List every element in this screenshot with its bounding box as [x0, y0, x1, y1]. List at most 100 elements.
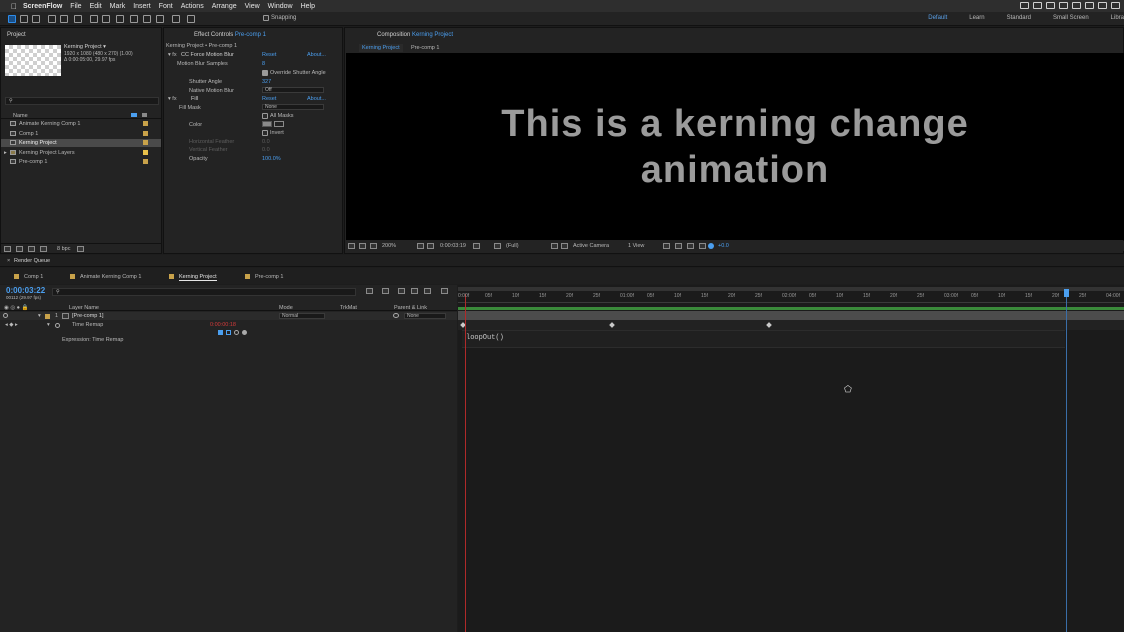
hand-tool-icon[interactable]	[20, 15, 28, 23]
timeline-current-time[interactable]: 0:00:03:22	[6, 286, 45, 295]
menu-edit[interactable]: Edit	[90, 3, 102, 10]
timeline-tab-animate-kerning[interactable]: Animate Kerning Comp 1	[80, 274, 141, 280]
project-item-label-color[interactable]	[143, 140, 148, 145]
puppet-tool-icon[interactable]	[187, 15, 195, 23]
work-area-bar[interactable]	[458, 287, 1124, 291]
workspace-standard[interactable]: Standard	[1007, 15, 1031, 21]
timeline-tab-pre-comp[interactable]: Pre-comp 1	[255, 274, 283, 280]
workspace-learn[interactable]: Learn	[969, 15, 984, 21]
expression-enable-icon[interactable]	[218, 330, 223, 335]
pick-whip-icon[interactable]	[393, 313, 399, 318]
label-column-icon[interactable]	[142, 113, 147, 117]
toggle-pixel-aspect-icon[interactable]	[663, 243, 670, 249]
project-item-title[interactable]: Kerning Project ▾	[64, 44, 106, 50]
workspace-small-screen[interactable]: Small Screen	[1053, 15, 1089, 21]
effect-fill[interactable]: Fill	[191, 96, 198, 102]
timeline-search-input[interactable]: ⚲	[52, 288, 356, 296]
type-tool-icon[interactable]	[116, 15, 124, 23]
layer-label-color[interactable]	[45, 314, 50, 319]
column-mode[interactable]: Mode	[279, 305, 293, 311]
stopwatch-icon[interactable]	[55, 323, 60, 328]
resolution-dropdown[interactable]: (Full)	[506, 243, 519, 249]
column-name[interactable]: Name	[13, 113, 28, 119]
invert-checkbox[interactable]	[262, 130, 268, 136]
expression-language-menu-icon[interactable]	[242, 330, 247, 335]
layer-duration-bar[interactable]	[458, 311, 1124, 320]
project-list-item[interactable]: Pre-comp 1	[1, 158, 161, 166]
playhead-handle[interactable]	[1064, 289, 1069, 297]
reset-button-motion-blur[interactable]: Reset	[262, 52, 276, 58]
region-icon[interactable]	[427, 243, 434, 249]
opacity-value[interactable]: 100.0%	[262, 156, 281, 162]
menu-file[interactable]: File	[70, 3, 81, 10]
composition-tab[interactable]: Composition Kerning Project	[377, 32, 453, 38]
render-queue-tab[interactable]: Render Queue	[14, 258, 50, 264]
project-list-item[interactable]: Kerning Project	[1, 139, 161, 147]
exposure-icon[interactable]	[708, 243, 714, 249]
exposure-value[interactable]: +0.0	[718, 243, 729, 249]
time-remap-value[interactable]: 0:00:00:18	[210, 322, 236, 328]
menu-actions[interactable]: Actions	[181, 3, 204, 10]
color-channel-icon[interactable]	[494, 243, 501, 249]
camera-tool-icon[interactable]	[60, 15, 68, 23]
workspace-default[interactable]: Default	[928, 15, 947, 21]
expression-graph-icon[interactable]	[226, 330, 231, 335]
effect-cc-force-motion-blur[interactable]: CC Force Motion Blur	[181, 52, 234, 58]
clipboard-icon[interactable]	[1046, 2, 1055, 9]
effect-controls-tab[interactable]: Effect Controls Pre-comp 1	[194, 32, 266, 38]
crumb-pre-comp[interactable]: Pre-comp 1	[411, 45, 439, 51]
camera-view-dropdown[interactable]: Active Camera	[573, 243, 609, 249]
column-parent[interactable]: Parent & Link	[394, 305, 427, 311]
crumb-kerning-project[interactable]: Kerning Project	[359, 44, 403, 52]
project-settings-icon[interactable]	[40, 246, 47, 252]
color-swatch[interactable]	[262, 121, 272, 127]
dropbox-icon[interactable]	[1072, 2, 1081, 9]
layer-row[interactable]: ▾ 1 [Pre-comp 1] Normal None	[0, 312, 457, 320]
native-motion-blur-dropdown[interactable]: Off	[262, 87, 324, 93]
project-item-label-color[interactable]	[143, 149, 148, 155]
about-button-fill[interactable]: About...	[307, 96, 326, 102]
snapping-checkbox[interactable]	[263, 15, 269, 21]
eyedropper-icon[interactable]	[274, 121, 284, 127]
timeline-tab-comp-1[interactable]: Comp 1	[24, 274, 43, 280]
project-item-label-color[interactable]	[143, 130, 148, 136]
rectangle-tool-icon[interactable]	[90, 15, 98, 23]
interpret-footage-icon[interactable]	[4, 246, 11, 252]
menu-view[interactable]: View	[245, 3, 260, 10]
cloud-icon[interactable]	[1059, 2, 1068, 9]
menu-mark[interactable]: Mark	[110, 3, 126, 10]
pen-tool-icon[interactable]	[102, 15, 110, 23]
project-search-input[interactable]: ⚲	[5, 97, 159, 105]
expression-pickwhip-icon[interactable]	[234, 330, 239, 335]
project-tab[interactable]: Project	[7, 32, 26, 38]
menu-help[interactable]: Help	[301, 3, 315, 10]
layer-name[interactable]: [Pre-comp 1]	[72, 313, 103, 319]
composition-viewer[interactable]: This is a kerning change animation	[346, 53, 1124, 240]
fast-previews-icon[interactable]	[675, 243, 682, 249]
app-name[interactable]: ScreenFlow	[23, 3, 62, 10]
clone-stamp-tool-icon[interactable]	[143, 15, 151, 23]
region-of-interest-icon[interactable]	[551, 243, 558, 249]
project-list-item[interactable]: Animate Kerning Comp 1	[1, 120, 161, 128]
column-trkmat[interactable]: TrkMat	[340, 305, 357, 311]
menu-window[interactable]: Window	[268, 3, 293, 10]
timeline-icon[interactable]	[687, 243, 694, 249]
mask-visibility-icon[interactable]	[370, 243, 377, 249]
airplay-icon[interactable]	[1111, 2, 1120, 9]
all-masks-checkbox[interactable]	[262, 113, 268, 119]
eraser-tool-icon[interactable]	[156, 15, 164, 23]
menu-arrange[interactable]: Arrange	[212, 3, 237, 10]
snapshot-icon[interactable]	[359, 243, 366, 249]
playhead-line[interactable]	[1066, 297, 1067, 632]
comp-mini-flowchart-icon[interactable]	[366, 288, 373, 294]
timeline-tab-kerning-project[interactable]: Kerning Project	[179, 274, 217, 281]
column-layer-name[interactable]: Layer Name	[69, 305, 99, 311]
graph-editor-icon[interactable]	[441, 288, 448, 294]
roto-brush-tool-icon[interactable]	[172, 15, 180, 23]
wifi-icon[interactable]	[1098, 2, 1107, 9]
property-time-remap[interactable]: Time Remap	[72, 322, 103, 328]
reset-button-fill[interactable]: Reset	[262, 96, 276, 102]
fill-mask-dropdown[interactable]: None	[262, 104, 324, 110]
expression-field[interactable]: loopOut()	[462, 330, 1065, 348]
motion-blur-icon[interactable]	[424, 288, 431, 294]
